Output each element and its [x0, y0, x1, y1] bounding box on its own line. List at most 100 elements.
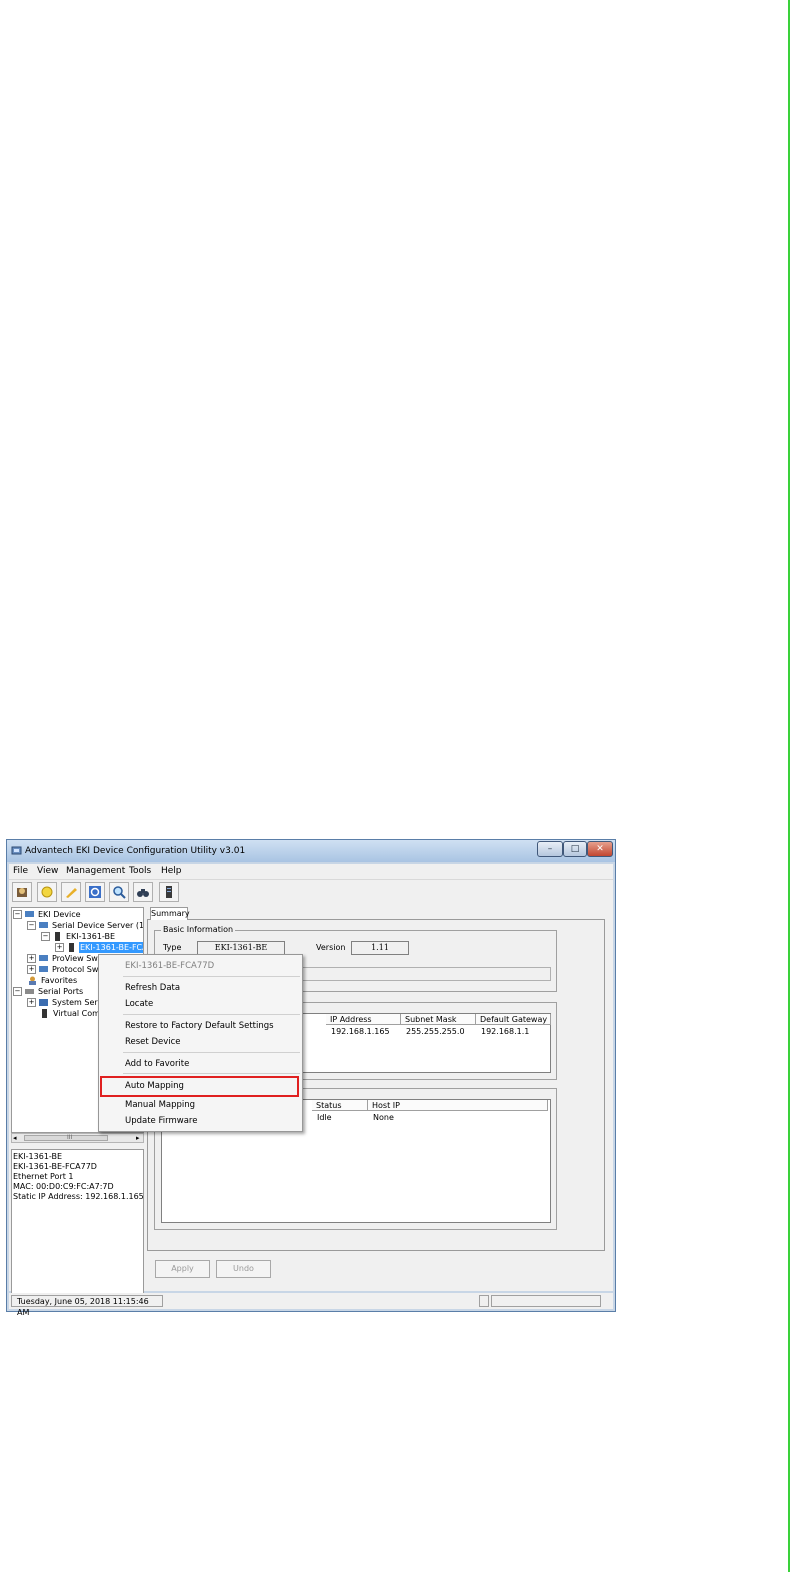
- clear-icon: [66, 888, 77, 898]
- separator: [123, 976, 300, 977]
- tree-node-serial-device-server[interactable]: − Serial Device Server (1): [27, 920, 143, 931]
- cell-host-ip: None: [373, 1113, 394, 1122]
- separator: [123, 1052, 300, 1053]
- type-label: Type: [163, 943, 182, 952]
- col-status[interactable]: Status: [312, 1100, 368, 1111]
- col-ip-address[interactable]: IP Address: [326, 1014, 401, 1025]
- basic-information-title: Basic Information: [161, 925, 236, 934]
- separator: [123, 1073, 300, 1074]
- menu-manual-mapping[interactable]: Manual Mapping: [125, 1100, 195, 1110]
- search-device-icon: [41, 886, 53, 898]
- menu-restore-factory-defaults[interactable]: Restore to Factory Default Settings: [125, 1021, 274, 1031]
- expand-icon[interactable]: +: [27, 954, 36, 963]
- menu-add-to-favorite[interactable]: Add to Favorite: [125, 1059, 189, 1069]
- tree-node-device-port[interactable]: + EKI-1361-BE-FCA: [55, 942, 143, 953]
- scroll-left-icon[interactable]: ◂: [13, 1134, 17, 1142]
- menu-tools[interactable]: Tools: [129, 866, 151, 876]
- serial-port-icon: [39, 999, 48, 1006]
- expand-icon[interactable]: +: [27, 965, 36, 974]
- col-subnet-mask[interactable]: Subnet Mask: [401, 1014, 476, 1025]
- device-info-pane: EKI-1361-BE EKI-1361-BE-FCA77D Ethernet …: [11, 1149, 144, 1309]
- tab-summary[interactable]: Summary: [150, 907, 190, 920]
- cell-ip-address: 192.168.1.165: [331, 1027, 390, 1036]
- status-indicator: [479, 1295, 489, 1307]
- find-icon: [137, 889, 149, 897]
- network-icon: [39, 955, 48, 961]
- expand-icon[interactable]: +: [55, 943, 64, 952]
- toolbar-device-button[interactable]: [159, 882, 179, 902]
- col-host-ip[interactable]: Host IP: [368, 1100, 548, 1111]
- network-icon: [25, 911, 34, 917]
- device-icon: [166, 886, 172, 898]
- expand-icon[interactable]: +: [27, 998, 36, 1007]
- maximize-button[interactable]: □: [563, 841, 587, 857]
- toolbar-exit-button[interactable]: [12, 882, 32, 902]
- cell-default-gateway: 192.168.1.1: [481, 1027, 530, 1036]
- toolbar-locate-button[interactable]: [109, 882, 129, 902]
- info-device-name: EKI-1361-BE-FCA77D: [13, 1162, 97, 1171]
- toolbar-refresh-button[interactable]: [85, 882, 105, 902]
- favorites-icon: [29, 976, 36, 985]
- tree-node-serial-ports[interactable]: − Serial Ports: [13, 986, 84, 997]
- status-datetime: Tuesday, June 05, 2018 11:15:46 AM: [11, 1295, 163, 1317]
- info-ip: Static IP Address: 192.168.1.165: [13, 1192, 144, 1201]
- menu-view[interactable]: View: [37, 866, 58, 876]
- cell-status: Idle: [317, 1113, 332, 1122]
- scroll-thumb[interactable]: [24, 1135, 108, 1141]
- cell-subnet-mask: 255.255.255.0: [406, 1027, 465, 1036]
- col-default-gateway[interactable]: Default Gateway: [476, 1014, 551, 1025]
- toolbar: [9, 880, 613, 906]
- scroll-right-icon[interactable]: ▸: [136, 1134, 140, 1142]
- minimize-button[interactable]: –: [537, 841, 563, 857]
- collapse-icon[interactable]: −: [41, 932, 50, 941]
- menu-management[interactable]: Management: [66, 866, 125, 876]
- exit-icon: [17, 888, 27, 897]
- toolbar-clear-button[interactable]: [61, 882, 81, 902]
- status-field-right: [491, 1295, 601, 1307]
- tree-node-eki-device[interactable]: − EKI Device: [13, 909, 82, 920]
- network-icon: [39, 966, 48, 972]
- status-bar: Tuesday, June 05, 2018 11:15:46 AM: [9, 1293, 613, 1317]
- app-icon: [11, 846, 22, 855]
- device-icon: [55, 932, 60, 941]
- page-edge-line: [788, 0, 790, 1572]
- version-field: 1.11: [351, 941, 409, 955]
- tree-node-favorites[interactable]: Favorites: [27, 975, 78, 986]
- tree-horizontal-scrollbar[interactable]: ◂ III ▸: [11, 1133, 144, 1143]
- menu-file[interactable]: File: [13, 866, 28, 876]
- tree-node-system-serial[interactable]: + System Serial: [27, 997, 108, 1008]
- type-field: EKI-1361-BE: [197, 941, 285, 955]
- collapse-icon[interactable]: −: [13, 910, 22, 919]
- info-ethernet-port: Ethernet Port 1: [13, 1172, 74, 1181]
- version-label: Version: [316, 943, 346, 952]
- tree-node-device[interactable]: − EKI-1361-BE: [41, 931, 116, 942]
- tree-node-proview[interactable]: + ProView Swit: [27, 953, 104, 964]
- context-menu-header: EKI-1361-BE-FCA77D: [125, 961, 215, 971]
- info-mac: MAC: 00:D0:C9:FC:A7:7D: [13, 1182, 114, 1191]
- menu-locate[interactable]: Locate: [125, 999, 153, 1009]
- refresh-icon: [89, 886, 101, 898]
- title-bar[interactable]: Advantech EKI Device Configuration Utili…: [7, 840, 615, 862]
- locate-icon: [113, 886, 126, 899]
- device-icon: [42, 1009, 47, 1018]
- tree-node-protocol[interactable]: + Protocol Swit: [27, 964, 105, 975]
- scroll-grip-icon: III: [67, 1134, 73, 1141]
- apply-button[interactable]: Apply: [155, 1260, 210, 1278]
- collapse-icon[interactable]: −: [27, 921, 36, 930]
- toolbar-search-device-button[interactable]: [37, 882, 57, 902]
- info-model: EKI-1361-BE: [13, 1152, 63, 1161]
- menu-refresh-data[interactable]: Refresh Data: [125, 983, 180, 993]
- window-title: Advantech EKI Device Configuration Utili…: [25, 846, 246, 856]
- separator: [123, 1014, 300, 1015]
- menu-help[interactable]: Help: [161, 866, 182, 876]
- menu-reset-device[interactable]: Reset Device: [125, 1037, 181, 1047]
- undo-button[interactable]: Undo: [216, 1260, 271, 1278]
- network-icon: [39, 922, 48, 928]
- menu-update-firmware[interactable]: Update Firmware: [125, 1116, 197, 1126]
- toolbar-find-button[interactable]: [133, 882, 153, 902]
- menu-auto-mapping[interactable]: Auto Mapping: [125, 1081, 184, 1091]
- collapse-icon[interactable]: −: [13, 987, 22, 996]
- close-button[interactable]: ✕: [587, 841, 613, 857]
- context-menu: EKI-1361-BE-FCA77D Refresh Data Locate R…: [98, 954, 303, 1132]
- serial-ports-icon: [25, 989, 34, 994]
